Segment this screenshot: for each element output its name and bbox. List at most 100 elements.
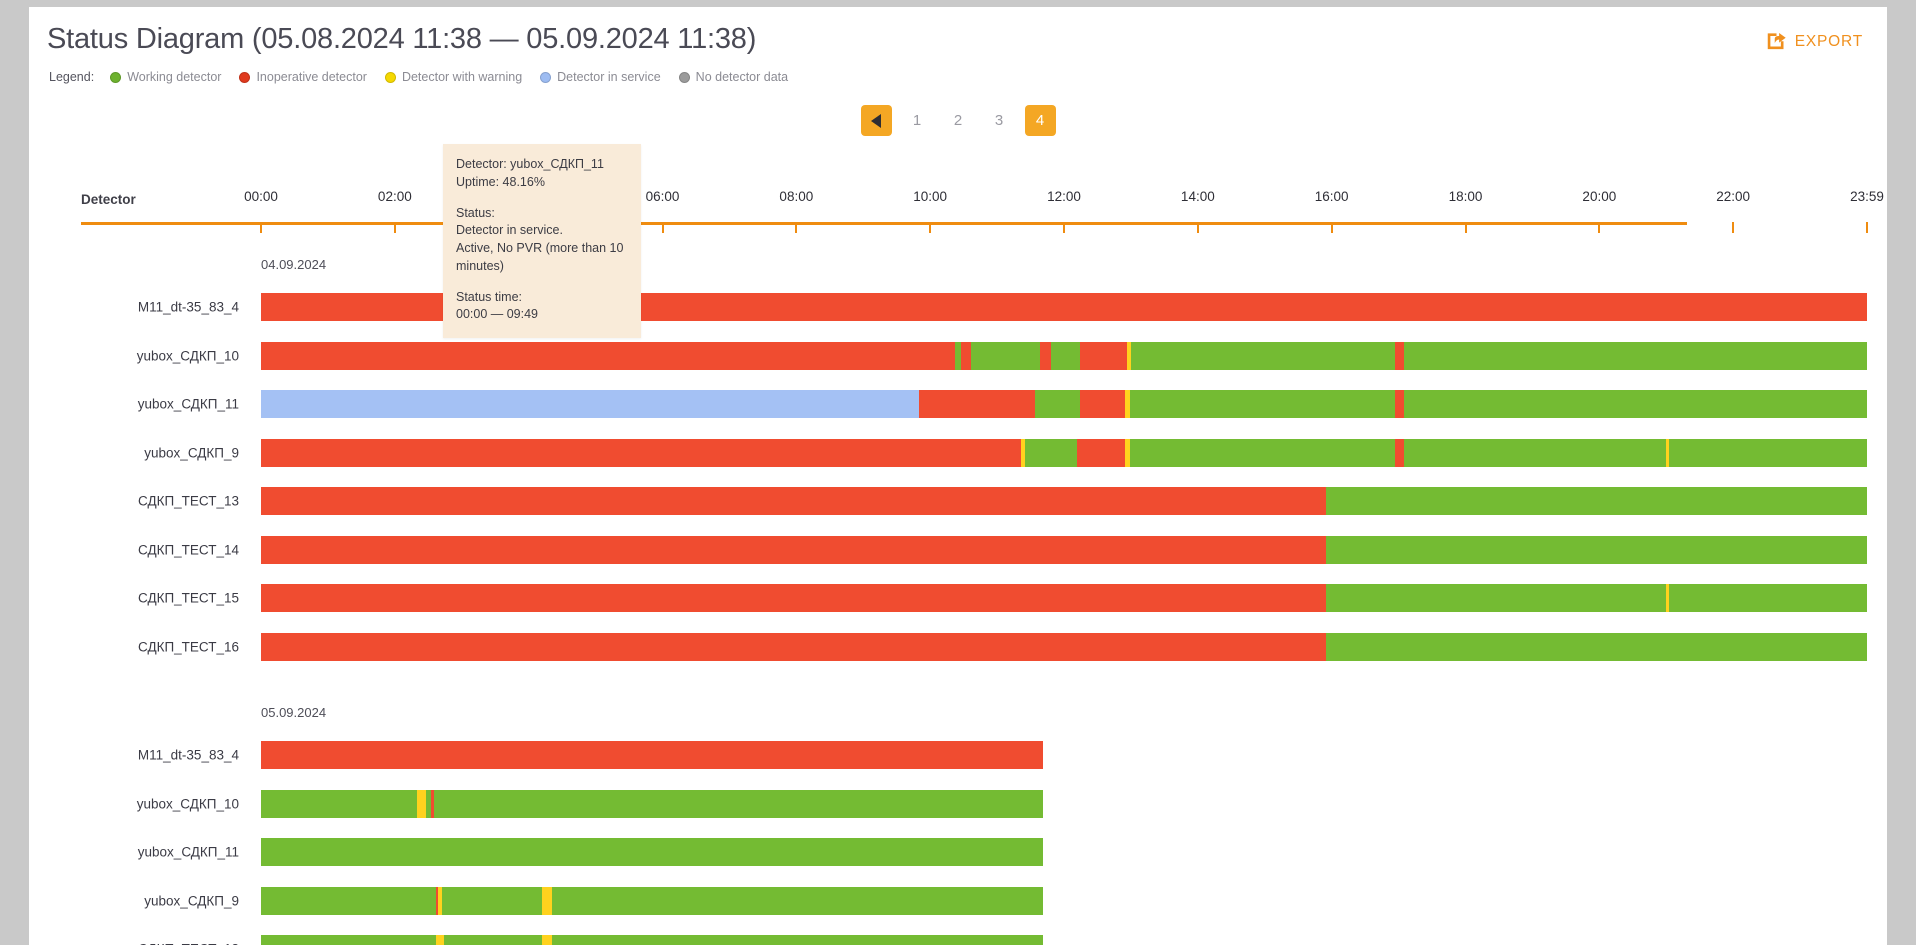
tooltip-status-heading: Status:: [456, 205, 495, 220]
status-segment-inoperative[interactable]: [261, 584, 1326, 612]
status-segment-working[interactable]: [442, 886, 543, 915]
detector-timeline-bar[interactable]: [261, 741, 1867, 769]
status-segment-working[interactable]: [1404, 341, 1867, 370]
status-segment-working[interactable]: [261, 886, 437, 915]
pagination-page-1[interactable]: 1: [902, 105, 933, 136]
status-segment-working[interactable]: [1325, 535, 1867, 564]
status-segment-working[interactable]: [261, 838, 1044, 866]
axis-tick: [929, 222, 932, 233]
detector-timeline-bar[interactable]: [261, 886, 1867, 915]
status-segment-warning[interactable]: [436, 935, 445, 945]
detector-timeline-bar[interactable]: [261, 438, 1867, 467]
status-segment-inoperative[interactable]: [261, 632, 1326, 661]
status-segment-inoperative[interactable]: [1394, 390, 1405, 418]
status-segment-working[interactable]: [1325, 584, 1667, 612]
status-segment-working[interactable]: [970, 341, 1040, 370]
detector-row-label: yubox_СДКП_10: [136, 348, 239, 363]
axis-tick-label: 14:00: [1180, 189, 1215, 204]
axis-tick: [393, 222, 396, 233]
status-segment-inoperative[interactable]: [1080, 341, 1127, 370]
legend-color-dot-icon: [678, 71, 690, 83]
status-segment-working[interactable]: [261, 935, 437, 945]
status-segment-working[interactable]: [1325, 632, 1867, 661]
tooltip-spacer-2: [456, 276, 628, 289]
detector-timeline-bar[interactable]: [261, 584, 1867, 612]
detector-row-label: СДКП_ТЕСТ_15: [138, 590, 239, 606]
pagination-page-3[interactable]: 3: [984, 105, 1015, 136]
status-segment-working[interactable]: [1325, 487, 1867, 515]
legend: Legend: Working detector Inoperative dete…: [49, 70, 806, 84]
tooltip-status-line-1: Detector in service.: [456, 223, 563, 238]
status-segment-working[interactable]: [1131, 341, 1395, 370]
status-segment-inoperative[interactable]: [1080, 390, 1125, 418]
legend-item: Working detector: [110, 70, 221, 84]
legend-label: Legend:: [49, 70, 95, 84]
detector-timeline-bar[interactable]: [261, 632, 1867, 661]
status-segment-working[interactable]: [1669, 438, 1867, 467]
pagination-page-4[interactable]: 4: [1024, 105, 1056, 136]
status-segment-inoperative[interactable]: [961, 341, 971, 370]
status-segment-inoperative[interactable]: [261, 741, 1044, 769]
detector-row-label: M11_dt-35_83_4: [137, 747, 239, 763]
detector-timeline-bar[interactable]: [261, 535, 1867, 564]
status-segment-working[interactable]: [1025, 438, 1077, 467]
date-group-header: 04.09.2024: [261, 257, 327, 272]
status-segment-warning[interactable]: [542, 935, 552, 945]
pagination: 1234: [29, 105, 1887, 136]
detector-timeline-bar[interactable]: [261, 838, 1867, 866]
status-segment-working[interactable]: [1051, 341, 1081, 370]
page-title: Status Diagram (05.08.2024 11:38 — 05.09…: [47, 23, 757, 55]
pagination-prev-button[interactable]: [860, 105, 892, 136]
axis-tick: [795, 222, 798, 233]
axis-tick-label: 18:00: [1448, 189, 1483, 204]
export-button[interactable]: EXPORT: [1766, 29, 1863, 55]
status-segment-service[interactable]: [261, 390, 920, 418]
status-segment-working[interactable]: [1129, 390, 1395, 418]
pagination-page-2[interactable]: 2: [943, 105, 974, 136]
status-segment-inoperative[interactable]: [1076, 438, 1126, 467]
status-segment-working[interactable]: [433, 789, 1044, 818]
axis-tick: [1732, 222, 1735, 233]
detector-timeline-bar[interactable]: [261, 789, 1867, 818]
status-segment-working[interactable]: [1129, 438, 1395, 467]
legend-color-dot-icon: [110, 71, 122, 83]
status-segment-working[interactable]: [1035, 390, 1081, 418]
status-segment-working[interactable]: [1669, 584, 1867, 612]
status-segment-inoperative[interactable]: [919, 390, 1036, 418]
axis-tick: [661, 222, 664, 233]
legend-color-dot-icon: [384, 71, 396, 83]
status-segment-working[interactable]: [261, 789, 417, 818]
status-segment-working[interactable]: [1404, 438, 1667, 467]
axis-tick-label: 23:59: [1850, 189, 1884, 204]
status-segment-inoperative[interactable]: [261, 487, 1326, 515]
status-segment-working[interactable]: [1404, 390, 1867, 418]
status-segment-warning[interactable]: [416, 789, 427, 818]
status-segment-inoperative[interactable]: [261, 535, 1326, 564]
axis-tick: [1598, 222, 1601, 233]
detector-row-label: yubox_СДКП_11: [137, 396, 239, 412]
tooltip-status-time-value: 00:00 — 09:49: [456, 307, 539, 322]
axis-tick: [1063, 222, 1065, 233]
detector-timeline-bar[interactable]: [261, 341, 1867, 370]
detector-timeline-bar[interactable]: [261, 935, 1867, 945]
status-segment-working[interactable]: [551, 886, 1044, 915]
axis-tick: [1196, 222, 1199, 233]
status-segment-inoperative[interactable]: [261, 438, 1021, 467]
status-segment-working[interactable]: [551, 935, 1044, 945]
detector-timeline-bar[interactable]: [261, 390, 1867, 418]
status-segment-inoperative[interactable]: [1039, 341, 1052, 370]
detector-row-label: СДКП_ТЕСТ_16: [138, 639, 239, 654]
legend-item: Detector with warning: [384, 70, 522, 84]
detector-timeline-bar[interactable]: [261, 487, 1867, 515]
status-segment-working[interactable]: [444, 935, 543, 945]
axis-tick-label: 00:00: [244, 189, 278, 204]
status-segment-inoperative[interactable]: [261, 341, 955, 370]
legend-color-dot-icon: [540, 71, 552, 83]
status-segment-warning[interactable]: [542, 886, 552, 915]
tooltip-status-time-heading: Status time:: [456, 289, 522, 304]
time-axis-line: [81, 222, 1687, 225]
status-segment-inoperative[interactable]: [1394, 438, 1405, 467]
status-segment-inoperative[interactable]: [1394, 341, 1405, 370]
tooltip-status-line-2: Active, No PVR (more than 10 minutes): [456, 241, 624, 273]
status-diagram-panel: Status Diagram (05.08.2024 11:38 — 05.09…: [29, 7, 1887, 945]
